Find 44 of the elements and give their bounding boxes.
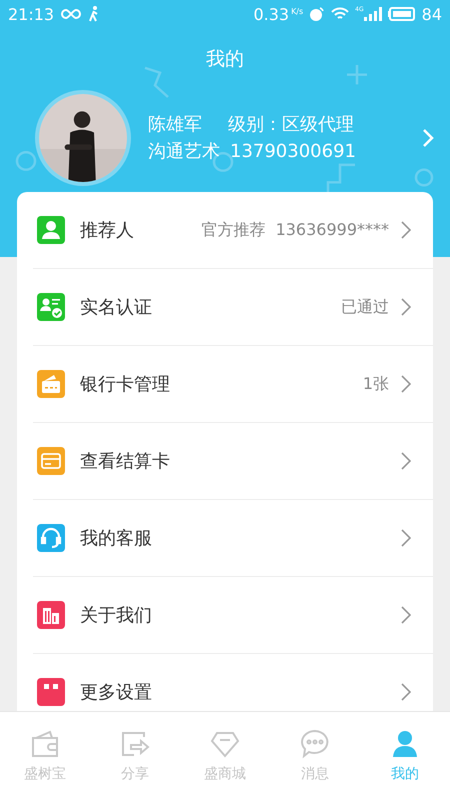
menu-label: 实名认证: [80, 296, 153, 319]
user-name: 陈雄军: [148, 114, 202, 135]
menu-item[interactable]: 实名认证 已通过: [33, 269, 433, 346]
menu-value: 已通过: [341, 296, 389, 318]
menu-item[interactable]: 推荐人 官方推荐 13636999****: [33, 192, 433, 269]
company-name: 沟通艺术: [148, 141, 220, 162]
chevron-right-icon: [401, 375, 411, 393]
menu-label: 推荐人: [80, 219, 135, 242]
battery-icon: [388, 7, 416, 21]
menu-label: 我的客服: [80, 527, 153, 550]
diamond-icon: [210, 729, 240, 759]
menu-label: 银行卡管理: [80, 373, 171, 396]
wallet-icon: [30, 729, 60, 759]
chevron-right-icon: [401, 529, 411, 547]
chevron-right-icon: [401, 606, 411, 624]
menu-value: 官方推荐 13636999****: [201, 220, 389, 240]
menu-value: 1张: [362, 374, 389, 394]
phone-number: 13790300691: [230, 141, 356, 162]
user-icon: [390, 729, 420, 759]
level-label: 级别：: [228, 114, 282, 135]
chevron-right-icon: [401, 683, 411, 701]
signal-icon: [364, 7, 382, 21]
chat-icon: [300, 729, 330, 759]
menu-item[interactable]: 我的客服: [33, 500, 433, 577]
battery-level: 84: [422, 4, 442, 24]
wifi-icon: [331, 7, 350, 21]
chevron-right-icon: [401, 298, 411, 316]
page-title: 我的: [205, 47, 245, 72]
menu-item[interactable]: 银行卡管理 1张: [33, 346, 433, 423]
infinity-icon: [60, 8, 82, 20]
walking-person-icon: [88, 6, 100, 22]
user-level: 区级代理: [282, 114, 354, 135]
menu-label: 关于我们: [80, 604, 153, 627]
network-speed: 0.33: [253, 4, 290, 24]
chevron-right-icon: [401, 221, 411, 239]
menu-item[interactable]: 查看结算卡: [33, 423, 433, 500]
speed-unit: K/s: [291, 7, 304, 16]
share-icon: [120, 729, 150, 759]
chevron-right-icon[interactable]: [422, 128, 434, 148]
menu-label: 查看结算卡: [80, 450, 171, 473]
menu-item[interactable]: 关于我们: [33, 577, 433, 654]
chevron-right-icon: [401, 452, 411, 470]
status-time: 21:13: [8, 4, 54, 24]
menu-label: 更多设置: [80, 681, 153, 704]
